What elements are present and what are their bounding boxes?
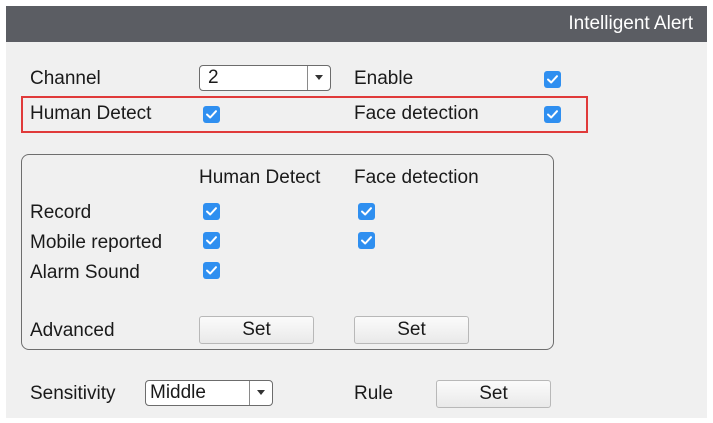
sensitivity-value: Middle <box>150 382 206 403</box>
checkmark-icon <box>361 207 372 216</box>
chevron-down-icon[interactable] <box>307 66 330 90</box>
mobile-human-checkbox[interactable] <box>203 232 220 249</box>
checkmark-icon <box>206 236 217 245</box>
rule-label: Rule <box>354 383 394 404</box>
record-human-checkbox[interactable] <box>203 203 220 220</box>
sensitivity-select[interactable]: Middle <box>145 380 273 406</box>
checkmark-icon <box>206 110 217 119</box>
enable-checkbox[interactable] <box>544 71 561 88</box>
channel-select[interactable]: 2 <box>199 65 331 91</box>
rule-set-button[interactable]: Set <box>436 380 551 408</box>
advanced-label: Advanced <box>30 320 115 341</box>
checkmark-icon <box>547 110 558 119</box>
face-detection-label: Face detection <box>354 103 479 124</box>
record-label: Record <box>30 202 92 223</box>
human-detect-label: Human Detect <box>30 103 152 124</box>
channel-value: 2 <box>208 67 219 88</box>
checkmark-icon <box>547 75 558 84</box>
checkmark-icon <box>206 207 217 216</box>
enable-label: Enable <box>354 68 414 89</box>
channel-label: Channel <box>30 68 101 89</box>
title-bar: Intelligent Alert <box>6 6 707 42</box>
column-header-face-detection: Face detection <box>354 167 479 188</box>
sensitivity-label: Sensitivity <box>30 383 116 404</box>
alarm-sound-label: Alarm Sound <box>30 262 140 283</box>
human-detect-checkbox[interactable] <box>203 106 220 123</box>
record-face-checkbox[interactable] <box>358 203 375 220</box>
intelligent-alert-window: Intelligent Alert Channel 2 Enable Human… <box>6 6 707 418</box>
face-detection-checkbox[interactable] <box>544 106 561 123</box>
alarm-human-checkbox[interactable] <box>203 262 220 279</box>
checkmark-icon <box>361 236 372 245</box>
advanced-face-set-button[interactable]: Set <box>354 316 469 344</box>
chevron-down-icon[interactable] <box>249 381 272 405</box>
advanced-human-set-button[interactable]: Set <box>199 316 314 344</box>
checkmark-icon <box>206 266 217 275</box>
column-header-human-detect: Human Detect <box>199 167 321 188</box>
mobile-reported-label: Mobile reported <box>30 232 163 253</box>
mobile-face-checkbox[interactable] <box>358 232 375 249</box>
window-title: Intelligent Alert <box>568 13 693 34</box>
